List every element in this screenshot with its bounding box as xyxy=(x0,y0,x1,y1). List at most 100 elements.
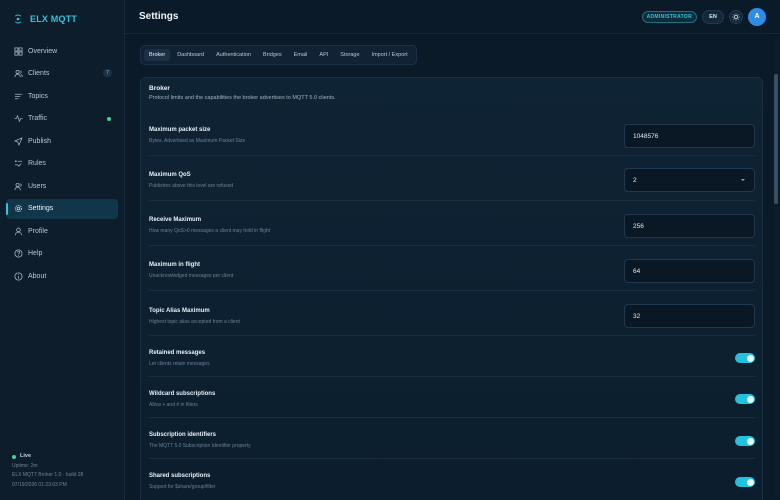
setting-help: Let clients retain messages xyxy=(149,361,210,367)
sidebar-item-about[interactable]: About xyxy=(6,266,118,286)
setting-help: Allow + and # in filters xyxy=(149,402,198,408)
language-button[interactable]: EN xyxy=(702,9,724,24)
setting-label: Retained messages xyxy=(149,350,206,356)
setting-help: The MQTT 5.0 Subscription Identifier pro… xyxy=(149,443,251,449)
sidebar: ELX MQTT Overview Clients 7 Topics Traff… xyxy=(0,0,125,500)
chevron-down-icon xyxy=(741,179,745,181)
send-icon xyxy=(13,136,23,146)
sidebar-item-label: About xyxy=(28,272,47,280)
info-icon xyxy=(13,271,23,281)
live-status: Live xyxy=(12,452,83,462)
tab-email[interactable]: Email xyxy=(289,49,313,61)
users-icon xyxy=(13,69,23,79)
sidebar-footer: Live Uptime: 2m ELX MQTT Broker 1.0 · bu… xyxy=(12,452,83,490)
sidebar-item-settings[interactable]: Settings xyxy=(6,198,118,219)
max-qos-select[interactable]: 2 xyxy=(624,168,755,192)
live-label: Live xyxy=(20,453,32,459)
sidebar-item-users[interactable]: Users xyxy=(6,176,118,196)
sidebar-item-overview[interactable]: Overview xyxy=(6,41,118,61)
help-icon xyxy=(13,249,23,259)
retained-messages-toggle[interactable] xyxy=(735,353,755,363)
scrollbar-thumb[interactable] xyxy=(774,74,778,204)
sidebar-item-traffic[interactable]: Traffic xyxy=(6,109,118,129)
receive-maximum-input[interactable]: 256 xyxy=(624,214,755,238)
setting-help: Bytes. Advertised as Maximum Packet Size xyxy=(149,138,246,144)
setting-row-retained-messages: Retained messages Let clients retain mes… xyxy=(149,336,755,377)
avatar[interactable]: A xyxy=(748,7,766,26)
max-packet-size-input[interactable]: 1048576 xyxy=(624,124,755,148)
sidebar-nav: Overview Clients 7 Topics Traffic Publis… xyxy=(0,41,124,286)
theme-toggle-button[interactable] xyxy=(729,9,743,24)
setting-row-max-packet-size: Maximum packet size Bytes. Advertised as… xyxy=(149,112,755,156)
sidebar-item-profile[interactable]: Profile xyxy=(6,221,118,241)
setting-row-shared-subscriptions: Shared subscriptions Support for $share/… xyxy=(149,459,755,500)
topic-alias-maximum-input[interactable]: 32 xyxy=(624,304,755,328)
setting-row-receive-maximum: Receive Maximum How many QoS>0 messages … xyxy=(149,201,755,246)
setting-help: Support for $share/group/filter xyxy=(149,484,216,490)
setting-label: Shared subscriptions xyxy=(149,473,211,479)
tab-broker[interactable]: Broker xyxy=(144,49,171,61)
user-group-icon xyxy=(13,181,23,191)
setting-label: Maximum in flight xyxy=(149,262,200,268)
panel-header: Broker Protocol limits and the capabilit… xyxy=(149,85,336,101)
sidebar-item-label: Rules xyxy=(28,160,46,167)
sidebar-item-help[interactable]: Help xyxy=(6,244,118,264)
live-status-dot xyxy=(107,116,111,121)
sidebar-item-label: Help xyxy=(28,250,43,257)
setting-row-max-qos: Maximum QoS Publishes above this level a… xyxy=(149,156,755,201)
max-in-flight-input[interactable]: 64 xyxy=(624,259,755,283)
sidebar-item-label: Topics xyxy=(28,92,48,100)
subscription-identifiers-toggle[interactable] xyxy=(735,436,755,446)
gear-icon xyxy=(13,204,23,214)
top-header: Settings ADMINISTRATOR EN A xyxy=(125,0,780,34)
person-icon xyxy=(13,226,23,236)
shared-subscriptions-toggle[interactable] xyxy=(735,477,755,487)
tab-dashboard[interactable]: Dashboard xyxy=(172,49,209,61)
settings-tabs: Broker Dashboard Authentication Bridges … xyxy=(140,45,417,65)
list-icon xyxy=(13,91,23,101)
setting-label: Wildcard subscriptions xyxy=(149,391,216,397)
activity-icon xyxy=(13,114,23,124)
tab-import-export[interactable]: Import / Export xyxy=(367,49,413,61)
sidebar-item-label: Publish xyxy=(28,137,51,145)
sidebar-item-clients[interactable]: Clients 7 xyxy=(6,64,118,84)
setting-row-topic-alias-maximum: Topic Alias Maximum Highest topic alias … xyxy=(149,291,755,336)
panel-description: Protocol limits and the capabilities the… xyxy=(149,95,336,101)
timestamp-text: 07/19/2026 01:23:03 PM xyxy=(12,481,67,488)
tab-storage[interactable]: Storage xyxy=(335,49,364,61)
setting-row-max-in-flight: Maximum in flight Unacknowledged message… xyxy=(149,246,755,291)
uptime-text: Uptime: 2m xyxy=(12,462,38,469)
setting-label: Maximum QoS xyxy=(149,172,191,178)
sun-icon xyxy=(732,12,740,21)
tab-authentication[interactable]: Authentication xyxy=(211,49,256,61)
page-title: Settings xyxy=(139,11,179,22)
sidebar-item-topics[interactable]: Topics xyxy=(6,86,118,106)
header-actions: ADMINISTRATOR EN A xyxy=(641,7,766,26)
setting-help: Publishes above this level are refused xyxy=(149,183,234,189)
clients-count-badge: 7 xyxy=(103,68,112,77)
version-text: ELX MQTT Broker 1.0 · build 28 xyxy=(12,472,84,478)
sidebar-item-publish[interactable]: Publish xyxy=(6,131,118,151)
setting-help: Highest topic alias accepted from a clie… xyxy=(149,319,240,325)
setting-help: How many QoS>0 messages a client may hol… xyxy=(149,228,271,234)
grid-icon xyxy=(13,46,23,56)
sidebar-item-label: Clients xyxy=(28,70,50,77)
broker-settings-panel: Broker Protocol limits and the capabilit… xyxy=(140,77,763,500)
role-badge: ADMINISTRATOR xyxy=(641,10,697,23)
brand[interactable]: ELX MQTT xyxy=(0,0,124,38)
setting-label: Topic Alias Maximum xyxy=(149,308,210,314)
setting-label: Receive Maximum xyxy=(149,217,202,223)
wildcard-subscriptions-toggle[interactable] xyxy=(735,394,755,404)
max-qos-value: 2 xyxy=(633,176,637,184)
sidebar-item-label: Settings xyxy=(28,205,54,212)
tab-bridges[interactable]: Bridges xyxy=(258,49,287,61)
sidebar-item-label: Profile xyxy=(28,227,48,235)
setting-help: Unacknowledged messages per client xyxy=(149,273,234,279)
panel-title: Broker xyxy=(149,85,170,92)
setting-label: Maximum packet size xyxy=(149,127,211,133)
sidebar-item-label: Overview xyxy=(28,47,58,55)
setting-row-subscription-identifiers: Subscription identifiers The MQTT 5.0 Su… xyxy=(149,418,755,459)
sidebar-item-label: Traffic xyxy=(28,115,48,122)
tab-api[interactable]: API xyxy=(314,49,333,61)
sidebar-item-rules[interactable]: Rules xyxy=(6,154,118,174)
